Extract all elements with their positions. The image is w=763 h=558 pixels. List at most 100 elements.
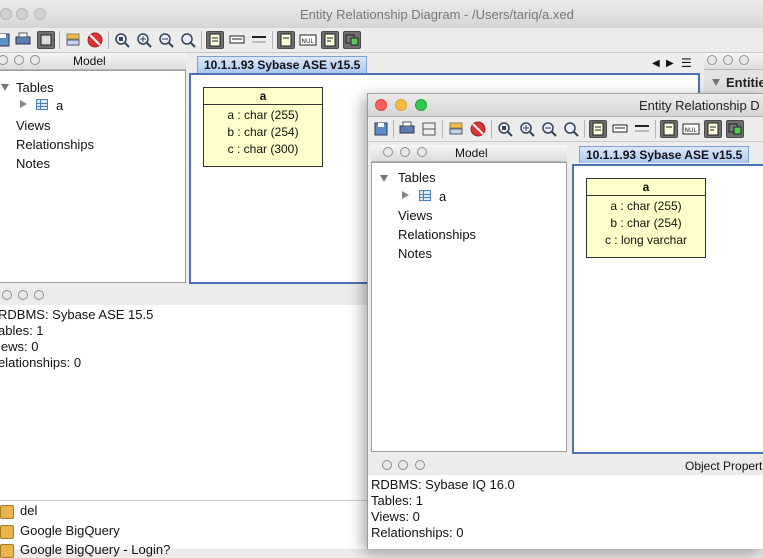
model-tree: Tables a Views Relationships Notes <box>0 70 186 283</box>
tree-node-table-a[interactable]: a <box>56 98 63 113</box>
views-count: Views: 0 <box>371 509 420 524</box>
panel-close-button[interactable] <box>382 460 392 470</box>
show-keys-icon[interactable] <box>228 31 246 49</box>
entity-column: a : char (255) <box>227 108 299 122</box>
show-nulls-icon[interactable]: NUL <box>682 120 700 138</box>
zoom-actual-icon[interactable] <box>179 31 197 49</box>
page-setup-icon[interactable] <box>37 31 55 49</box>
zoom-window-button[interactable] <box>34 8 46 20</box>
tree-node-relationships[interactable]: Relationships <box>398 227 476 242</box>
panel-maximize-button[interactable] <box>30 55 40 65</box>
model-tree: Tables a Views Relationships Notes <box>371 162 567 452</box>
show-comments-icon[interactable] <box>704 120 722 138</box>
connection-item[interactable]: Google BigQuery <box>0 523 120 539</box>
toolbar-separator <box>108 31 109 49</box>
front-window-titlebar: Entity Relationship D <box>368 94 763 117</box>
expanded-arrow-icon <box>712 79 720 86</box>
tab-list-icon[interactable]: ☰ <box>681 56 692 70</box>
table-properties-icon[interactable] <box>447 120 465 138</box>
tree-node-notes[interactable]: Notes <box>16 156 50 171</box>
save-icon[interactable] <box>372 120 390 138</box>
show-comments-icon[interactable] <box>321 31 339 49</box>
show-keys-icon[interactable] <box>611 120 629 138</box>
entity-box[interactable]: a a : char (255) b : char (254) c : long… <box>586 178 706 258</box>
show-columns-icon[interactable] <box>589 120 607 138</box>
entities-panel-label: Entitie <box>726 75 763 90</box>
toolbar-separator <box>655 120 656 138</box>
tree-node-relationships[interactable]: Relationships <box>16 137 94 152</box>
show-columns-icon[interactable] <box>206 31 224 49</box>
info-panel-header <box>0 287 370 304</box>
show-names-icon[interactable] <box>250 31 268 49</box>
print-icon[interactable] <box>398 120 416 138</box>
model-panel-title: Model <box>455 146 488 160</box>
entity-column: b : char (254) <box>610 216 682 230</box>
database-icon <box>0 524 14 539</box>
panel-close-button[interactable] <box>383 147 393 157</box>
toolbar-separator <box>584 120 585 138</box>
zoom-actual-icon[interactable] <box>562 120 580 138</box>
toolbar-separator <box>491 120 492 138</box>
zoom-out-icon[interactable] <box>157 31 175 49</box>
panel-minimize-button[interactable] <box>400 147 410 157</box>
print-icon[interactable] <box>14 31 32 49</box>
table-properties-icon[interactable] <box>64 31 82 49</box>
tree-node-views[interactable]: Views <box>16 118 50 133</box>
zoom-fit-icon[interactable] <box>496 120 514 138</box>
zoom-in-icon[interactable] <box>135 31 153 49</box>
minimize-window-button[interactable] <box>16 8 28 20</box>
panel-minimize-button[interactable] <box>723 55 733 65</box>
tree-node-tables[interactable]: Tables <box>16 80 54 95</box>
rdbms-info: RDBMS: Sybase IQ 16.0 <box>371 477 515 492</box>
connection-item[interactable]: del <box>0 503 37 519</box>
stop-icon[interactable] <box>469 120 487 138</box>
panel-maximize-button[interactable] <box>415 460 425 470</box>
panel-minimize-button[interactable] <box>398 460 408 470</box>
show-layout-icon[interactable] <box>343 31 361 49</box>
tree-node-tables[interactable]: Tables <box>398 170 436 185</box>
zoom-in-icon[interactable] <box>518 120 536 138</box>
page-setup-icon[interactable] <box>420 120 438 138</box>
show-nulls-icon[interactable]: NUL <box>299 31 317 49</box>
info-panel-header: Object Propert <box>368 457 763 474</box>
connection-item[interactable]: Google BigQuery - Login? <box>0 542 170 558</box>
entity-box[interactable]: a a : char (255) b : char (254) c : char… <box>203 87 323 167</box>
show-types-icon[interactable] <box>277 31 295 49</box>
zoom-fit-icon[interactable] <box>113 31 131 49</box>
tab-scroll-right-icon[interactable]: ▶ <box>666 58 674 69</box>
diagram-tab[interactable]: 10.1.1.93 Sybase ASE v15.5 <box>579 146 750 163</box>
tree-node-notes[interactable]: Notes <box>398 246 432 261</box>
panel-maximize-button[interactable] <box>739 55 749 65</box>
show-names-icon[interactable] <box>633 120 651 138</box>
window-title: Entity Relationship Diagram - /Users/tar… <box>300 7 574 22</box>
close-window-button[interactable] <box>0 8 12 20</box>
panel-maximize-button[interactable] <box>417 147 427 157</box>
panel-minimize-button[interactable] <box>14 55 24 65</box>
model-panel-title: Model <box>73 54 106 68</box>
show-layout-icon[interactable] <box>726 120 744 138</box>
stop-icon[interactable] <box>86 31 104 49</box>
model-panel-header: Model <box>0 53 186 70</box>
show-types-icon[interactable] <box>660 120 678 138</box>
expanded-arrow-icon <box>1 84 9 91</box>
zoom-window-button[interactable] <box>415 99 427 111</box>
diagram-tab[interactable]: 10.1.1.93 Sybase ASE v15.5 <box>197 56 368 73</box>
rdbms-info: RDBMS: Sybase ASE 15.5 <box>0 307 154 322</box>
toolbar-separator <box>442 120 443 138</box>
connections-list: del Google BigQuery Google BigQuery - Lo… <box>0 500 370 558</box>
panel-close-button[interactable] <box>0 55 8 65</box>
panel-minimize-button[interactable] <box>18 290 28 300</box>
close-window-button[interactable] <box>375 99 387 111</box>
tree-node-table-a[interactable]: a <box>439 189 446 204</box>
zoom-out-icon[interactable] <box>540 120 558 138</box>
panel-maximize-button[interactable] <box>34 290 44 300</box>
panel-close-button[interactable] <box>2 290 12 300</box>
panel-close-button[interactable] <box>707 55 717 65</box>
save-icon[interactable] <box>0 31 12 49</box>
minimize-window-button[interactable] <box>395 99 407 111</box>
tree-node-views[interactable]: Views <box>398 208 432 223</box>
tab-scroll-left-icon[interactable]: ◀ <box>652 58 660 69</box>
toolbar-separator <box>201 31 202 49</box>
model-panel-header: Model <box>371 145 567 162</box>
info-panel: RDBMS: Sybase ASE 15.5 ables: 1 iews: 0 … <box>0 305 370 500</box>
